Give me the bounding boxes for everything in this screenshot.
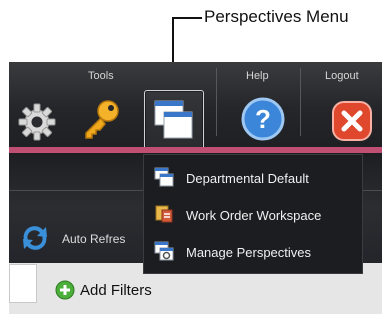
question-icon[interactable]: ? <box>240 96 286 142</box>
workspace-icon <box>155 205 173 223</box>
gear-icon[interactable] <box>16 101 58 143</box>
windows-stack-icon <box>154 100 193 139</box>
manage-windows-icon <box>154 241 174 261</box>
add-filters-button[interactable]: Add Filters <box>80 282 152 299</box>
toolbar-separator <box>300 68 301 136</box>
toolbar-separator <box>216 68 217 136</box>
menu-item-label: Work Order Workspace <box>186 208 322 223</box>
close-icon[interactable] <box>330 99 374 143</box>
menu-item-manage-perspectives[interactable]: Manage Perspectives <box>144 233 362 269</box>
perspectives-menu-button[interactable] <box>144 90 204 150</box>
refresh-arrows-icon[interactable] <box>18 223 52 253</box>
menu-item-departmental-default[interactable]: Departmental Default <box>144 159 362 195</box>
menu-item-label: Departmental Default <box>186 171 309 186</box>
key-icon[interactable] <box>78 96 124 142</box>
logout-group-label: Logout <box>325 70 359 82</box>
svg-text:?: ? <box>255 104 271 134</box>
plus-circle-icon[interactable] <box>55 280 75 300</box>
callout-line <box>172 17 202 19</box>
help-group-label: Help <box>246 70 269 82</box>
menu-item-label: Manage Perspectives <box>186 245 312 260</box>
perspectives-dropdown: Departmental Default Work Order Workspac… <box>143 154 363 274</box>
auto-refresh-label[interactable]: Auto Refres <box>62 232 125 246</box>
filter-input[interactable] <box>9 264 37 303</box>
tools-group-label: Tools <box>88 70 114 82</box>
callout-label: Perspectives Menu <box>204 7 349 26</box>
menu-item-work-order-workspace[interactable]: Work Order Workspace <box>144 196 362 232</box>
windows-stack-icon <box>154 167 174 187</box>
